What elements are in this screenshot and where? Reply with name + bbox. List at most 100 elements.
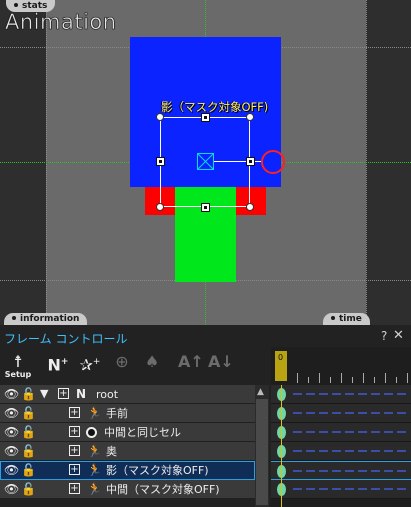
stats-tab[interactable]: stats	[6, 0, 56, 12]
timeline-track[interactable]	[271, 480, 411, 499]
timeline-track[interactable]	[271, 385, 411, 404]
expand-box-icon[interactable]: +	[58, 388, 69, 399]
animation-viewport[interactable]: 影（マスク対象OFF) Animation stats information …	[0, 0, 411, 325]
scale-handle-bottom[interactable]	[201, 203, 210, 212]
frame-cell	[319, 470, 328, 472]
eye-icon[interactable]: 👁	[4, 481, 19, 497]
add-part-button[interactable]: ✰+	[78, 353, 102, 379]
eye-icon[interactable]: 👁	[4, 405, 19, 421]
add-null-button[interactable]: N+	[46, 353, 70, 379]
layer-name: 中間と同じセル	[104, 426, 181, 439]
layer-row[interactable]: 👁 🔓 + 🏃 手前	[0, 404, 255, 423]
close-button[interactable]: ✕	[393, 328, 404, 343]
animation-window: 影（マスク対象OFF) Animation stats information …	[0, 0, 411, 507]
timeline-track[interactable]	[271, 442, 411, 461]
setup-button-label: Setup	[4, 370, 32, 379]
information-tab[interactable]: information	[4, 313, 88, 325]
bullet-icon	[12, 316, 16, 320]
layer-row[interactable]: 👁 🔓 + 中間と同じセル	[0, 423, 255, 442]
help-button[interactable]: ?	[381, 329, 387, 343]
frame-cell	[371, 488, 380, 490]
scroll-thumb[interactable]	[256, 399, 268, 505]
scale-handle-left[interactable]	[156, 157, 165, 166]
frame-cell	[293, 470, 302, 472]
frame-cell	[397, 488, 406, 490]
layer-name: 影（マスク対象OFF)	[106, 464, 209, 477]
lock-icon[interactable]: 🔓	[21, 443, 36, 459]
scale-handle-right[interactable]	[246, 157, 255, 166]
timeline-ruler[interactable]: 0	[271, 347, 411, 385]
eye-icon[interactable]: 👁	[4, 424, 19, 440]
frame-cell	[293, 393, 302, 395]
timeline-track[interactable]	[271, 404, 411, 423]
text-down-icon: A↓	[208, 352, 234, 371]
part-figure-icon: 🏃	[87, 482, 102, 496]
ruler-tick	[330, 377, 331, 383]
frame-cell	[332, 450, 341, 452]
timeline-track-selected[interactable]	[271, 461, 411, 480]
frame-cell	[332, 393, 341, 395]
setup-button[interactable]: ☨ Setup	[4, 353, 32, 379]
rotation-handle[interactable]	[261, 150, 285, 174]
layer-scrollbar[interactable]: ▲	[255, 385, 269, 507]
text-up-button[interactable]: A↑	[178, 353, 204, 379]
frame-cell	[293, 450, 302, 452]
ruler-tick	[374, 377, 375, 383]
pivot-icon[interactable]	[197, 153, 214, 170]
lock-icon[interactable]: 🔓	[21, 462, 36, 478]
information-tab-label: information	[20, 314, 80, 324]
add-effect-icon: ⊕	[115, 352, 129, 371]
frame-cell	[306, 431, 315, 433]
eye-icon[interactable]: 👁	[4, 443, 19, 459]
frame-cell	[358, 450, 367, 452]
expand-box-icon[interactable]: +	[69, 464, 80, 475]
ruler-tick	[385, 373, 386, 383]
lock-icon[interactable]: 🔓	[21, 405, 36, 421]
frame-cell	[306, 450, 315, 452]
setup-figure-icon: ☨	[13, 352, 23, 371]
frame-cell	[397, 431, 406, 433]
frame-cell	[397, 450, 406, 452]
frame-cell	[319, 393, 328, 395]
timeline[interactable]: 0	[271, 347, 411, 507]
time-tab-label: time	[339, 314, 362, 324]
layer-row[interactable]: 👁 🔓 + 🏃 奥	[0, 442, 255, 461]
frame-cell	[306, 488, 315, 490]
lock-icon[interactable]: 🔓	[21, 386, 36, 402]
layer-name: 手前	[106, 407, 128, 420]
lock-icon[interactable]: 🔓	[21, 424, 36, 440]
current-frame-number: 0	[278, 353, 284, 362]
stats-tab-label: stats	[22, 1, 48, 11]
expand-box-icon[interactable]: +	[69, 407, 80, 418]
time-tab[interactable]: time	[323, 313, 370, 325]
layer-row-root[interactable]: 👁 🔓 ▼ + N root	[0, 385, 255, 404]
scale-handle-bottom-left[interactable]	[156, 203, 164, 211]
frame-cell	[371, 470, 380, 472]
eye-icon[interactable]: 👁	[4, 386, 19, 402]
frame-control-panel: フレーム コントロール ? ✕ ☨ Setup N+ ✰+ ⊕ ♠ A↑ A↓ …	[0, 325, 411, 507]
timeline-track[interactable]	[271, 423, 411, 442]
add-mask-button[interactable]: ♠	[140, 353, 164, 379]
frame-cell	[358, 470, 367, 472]
current-frame-marker[interactable]: 0	[275, 351, 287, 381]
text-down-button[interactable]: A↓	[208, 352, 234, 379]
collapse-triangle-icon[interactable]: ▼	[40, 386, 48, 402]
eye-icon[interactable]: 👁	[4, 462, 19, 478]
lock-icon[interactable]: 🔓	[21, 481, 36, 497]
expand-box-icon[interactable]: +	[69, 445, 80, 456]
frame-cell	[384, 412, 393, 414]
scroll-up-icon[interactable]: ▲	[257, 387, 264, 397]
layer-row-selected[interactable]: 👁 🔓 + 🏃 影（マスク対象OFF)	[0, 461, 255, 480]
part-figure-icon: 🏃	[87, 406, 102, 420]
ruler-tick	[396, 377, 397, 383]
add-effect-button[interactable]: ⊕	[110, 353, 134, 379]
frame-toolbar: ☨ Setup N+ ✰+ ⊕ ♠ A↑ A↓	[0, 351, 271, 381]
expand-box-icon[interactable]: +	[69, 483, 80, 494]
ruler-tick	[308, 377, 309, 383]
expand-box-icon[interactable]: +	[69, 426, 80, 437]
frame-cell	[345, 393, 354, 395]
frame-cell	[293, 431, 302, 433]
scale-handle-bottom-right[interactable]	[246, 203, 254, 211]
ruler-tick	[341, 373, 342, 383]
layer-row[interactable]: 👁 🔓 + 🏃 中間（マスク対象OFF)	[0, 480, 255, 499]
